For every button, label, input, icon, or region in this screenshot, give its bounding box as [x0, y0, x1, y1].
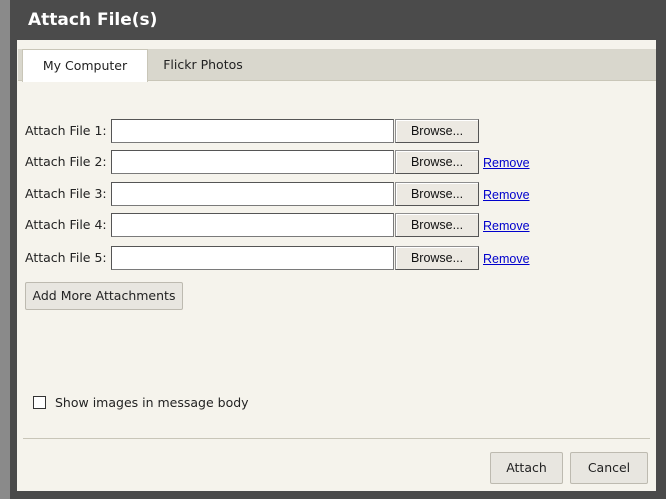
cancel-button[interactable]: Cancel — [570, 452, 648, 484]
attach-button[interactable]: Attach — [490, 452, 563, 484]
tab-bar: My Computer Flickr Photos — [17, 40, 656, 82]
remove-link[interactable]: Remove — [483, 252, 530, 266]
background-page-edge — [0, 0, 10, 499]
file-label: Attach File 3: — [25, 186, 107, 201]
file-path-input[interactable] — [111, 246, 394, 270]
file-label: Attach File 1: — [25, 123, 107, 138]
add-more-attachments-button[interactable]: Add More Attachments — [25, 282, 183, 310]
file-label: Attach File 4: — [25, 217, 107, 232]
remove-link[interactable]: Remove — [483, 219, 530, 233]
browse-button[interactable]: Browse... — [395, 119, 479, 143]
file-path-input[interactable] — [111, 213, 394, 237]
tab-my-computer[interactable]: My Computer — [22, 49, 148, 82]
browse-button[interactable]: Browse... — [395, 182, 479, 206]
dialog-content: My Computer Flickr Photos Attach File 1:… — [17, 40, 656, 491]
remove-link[interactable]: Remove — [483, 188, 530, 202]
remove-link[interactable]: Remove — [483, 156, 530, 170]
file-label: Attach File 5: — [25, 250, 107, 265]
tab-flickr-photos[interactable]: Flickr Photos — [148, 49, 258, 80]
browse-button[interactable]: Browse... — [395, 213, 479, 237]
file-path-input[interactable] — [111, 119, 394, 143]
dialog-title: Attach File(s) — [10, 0, 666, 40]
show-images-checkbox[interactable] — [33, 396, 46, 409]
show-images-label: Show images in message body — [55, 395, 249, 410]
file-path-input[interactable] — [111, 182, 394, 206]
browse-button[interactable]: Browse... — [395, 150, 479, 174]
file-label: Attach File 2: — [25, 154, 107, 169]
file-path-input[interactable] — [111, 150, 394, 174]
browse-button[interactable]: Browse... — [395, 246, 479, 270]
attach-files-dialog: Attach File(s) My Computer Flickr Photos… — [10, 0, 666, 499]
footer-divider — [23, 438, 650, 439]
